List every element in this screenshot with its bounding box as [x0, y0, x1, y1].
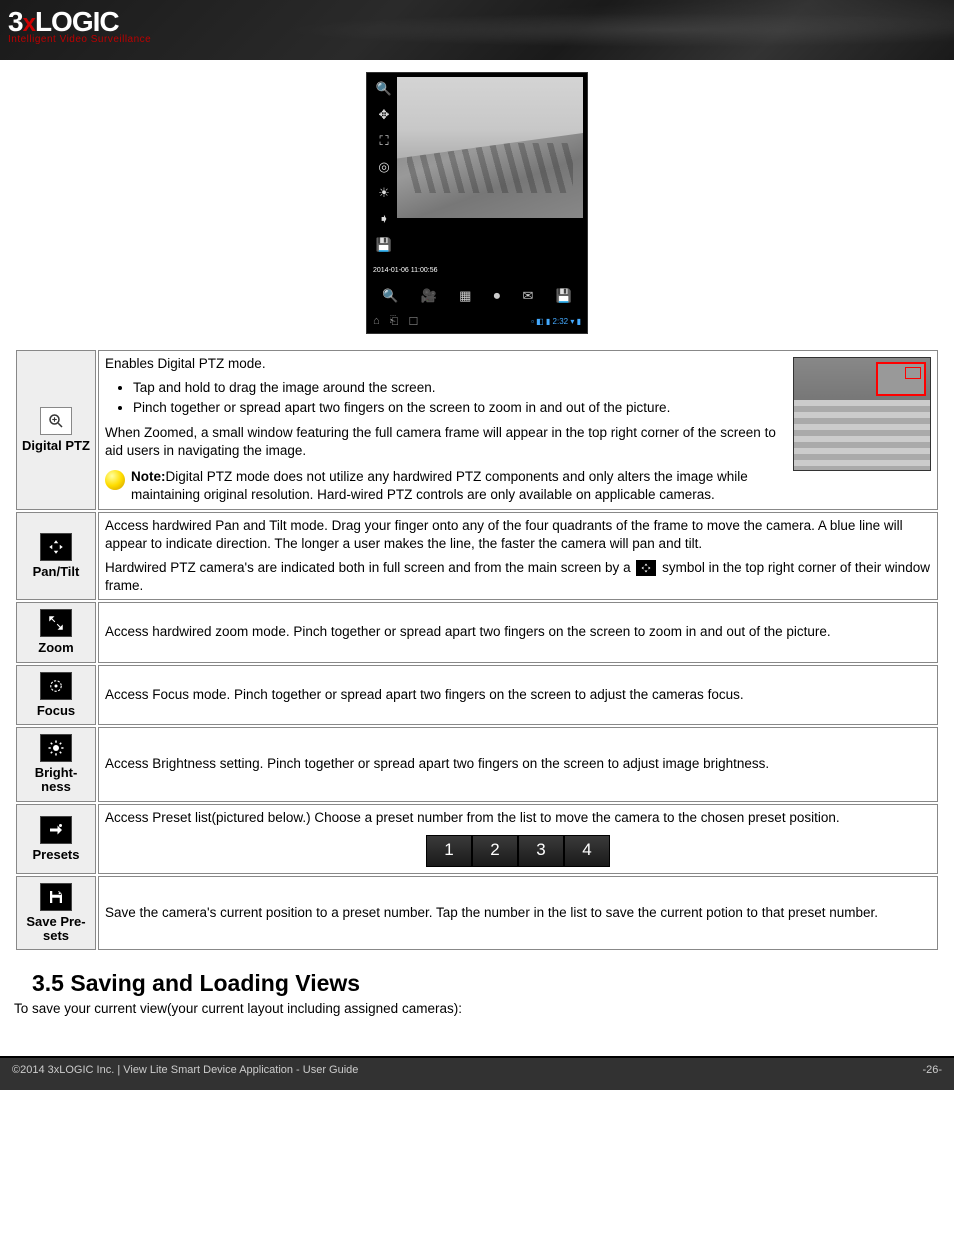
- digitalptz-note: Note:Digital PTZ mode does not utilize a…: [131, 468, 785, 504]
- label-presets: Presets: [19, 848, 93, 862]
- screenshot-timestamp: 2014-01-06 11:00:56: [371, 266, 439, 275]
- feature-table: Digital PTZ Enables Digital PTZ mode. Ta…: [14, 348, 940, 952]
- digitalptz-thumbnail: [793, 357, 931, 471]
- preset-number-bar: 1 2 3 4: [105, 835, 931, 867]
- label-focus: Focus: [19, 704, 93, 718]
- camera-icon: 🎥: [421, 288, 437, 304]
- cell-presets-icon: Presets: [16, 804, 96, 874]
- recent-icon: ☐: [408, 315, 418, 328]
- cell-zoom-icon: Zoom: [16, 602, 96, 662]
- cell-digitalptz-icon: Digital PTZ: [16, 350, 96, 510]
- pantilt-icon: ✥: [379, 107, 390, 123]
- screenshot-bottom-bar: 🔍 🎥 ▦ ⏺ ✉ 💾: [371, 283, 583, 309]
- screenshot-clock: ▫ ◧ ▮ 2:32 ▾ ▮: [531, 317, 581, 326]
- screenshot-sidebar: 🔍 ✥ ⛶ ◎ ☀ ➧ 💾: [371, 77, 397, 286]
- pantilt-p2: Hardwired PTZ camera's are indicated bot…: [105, 559, 931, 595]
- pantilt-p1: Access hardwired Pan and Tilt mode. Drag…: [105, 517, 931, 553]
- save-icon: 💾: [376, 237, 392, 253]
- section-body: To save your current view(your current l…: [14, 1001, 940, 1016]
- disk-icon: 💾: [556, 288, 572, 304]
- presets-p: Access Preset list(pictured below.) Choo…: [105, 809, 931, 827]
- cell-focus-icon: Focus: [16, 665, 96, 725]
- app-screenshot: 🔍 ✥ ⛶ ◎ ☀ ➧ 💾 2014-01-06 11:00:56 🔍 🎥 ▦ …: [14, 72, 940, 334]
- label-brightness: Bright- ness: [19, 766, 93, 795]
- cell-brightness-icon: Bright- ness: [16, 727, 96, 802]
- lightbulb-icon: [105, 470, 125, 490]
- preset-3: 3: [518, 835, 564, 867]
- ptz-inline-icon: [636, 560, 656, 576]
- brand-tagline: Intelligent Video Surveillance: [8, 34, 954, 45]
- preset-1: 1: [426, 835, 472, 867]
- brightness-icon: ☀: [378, 185, 390, 201]
- focus-target-icon: [40, 672, 72, 700]
- cell-zoom-desc: Access hardwired zoom mode. Pinch togeth…: [98, 602, 938, 662]
- label-pantilt: Pan/Tilt: [19, 565, 93, 579]
- cell-savepresets-desc: Save the camera's current position to a …: [98, 876, 938, 951]
- cell-focus-desc: Access Focus mode. Pinch together or spr…: [98, 665, 938, 725]
- zoom-icon: ⛶: [379, 133, 388, 149]
- label-savepresets: Save Pre- sets: [19, 915, 93, 944]
- pantilt-arrows-icon: [40, 533, 72, 561]
- label-zoom: Zoom: [19, 641, 93, 655]
- label-digitalptz: Digital PTZ: [19, 439, 93, 453]
- record-icon: ⏺: [494, 288, 501, 304]
- cell-presets-desc: Access Preset list(pictured below.) Choo…: [98, 804, 938, 874]
- presets-icon: ➧: [379, 211, 390, 227]
- brightness-sun-icon: [40, 734, 72, 762]
- cell-savepresets-icon: Save Pre- sets: [16, 876, 96, 951]
- cell-pantilt-desc: Access hardwired Pan and Tilt mode. Drag…: [98, 512, 938, 601]
- cell-brightness-desc: Access Brightness setting. Pinch togethe…: [98, 727, 938, 802]
- grid-icon: ▦: [459, 288, 471, 304]
- section-heading: 3.5 Saving and Loading Views: [32, 970, 940, 997]
- page-header: 3xLOGIC Intelligent Video Surveillance: [0, 0, 954, 60]
- focus-icon: ◎: [378, 159, 389, 175]
- preset-4: 4: [564, 835, 610, 867]
- zoom-expand-icon: [40, 609, 72, 637]
- brand-logo: 3xLOGIC Intelligent Video Surveillance: [0, 0, 954, 45]
- search-icon: 🔍: [382, 288, 398, 304]
- cell-pantilt-icon: Pan/Tilt: [16, 512, 96, 601]
- back-icon: ⌂: [373, 315, 380, 328]
- home-icon: ⎗: [390, 315, 399, 328]
- cell-digitalptz-desc: Enables Digital PTZ mode. Tap and hold t…: [98, 350, 938, 510]
- footer-page-number: -26-: [922, 1064, 942, 1076]
- magnify-plus-icon: [40, 407, 72, 435]
- presets-arrow-icon: [40, 816, 72, 844]
- magnify-icon: 🔍: [376, 81, 392, 97]
- footer-left: ©2014 3xLOGIC Inc. | View Lite Smart Dev…: [12, 1064, 358, 1076]
- preset-2: 2: [472, 835, 518, 867]
- page-footer: ©2014 3xLOGIC Inc. | View Lite Smart Dev…: [0, 1056, 954, 1090]
- mail-icon: ✉: [522, 288, 533, 304]
- screenshot-nav-bar: ⌂ ⎗ ☐ ▫ ◧ ▮ 2:32 ▾ ▮: [367, 309, 587, 333]
- save-disk-icon: [40, 883, 72, 911]
